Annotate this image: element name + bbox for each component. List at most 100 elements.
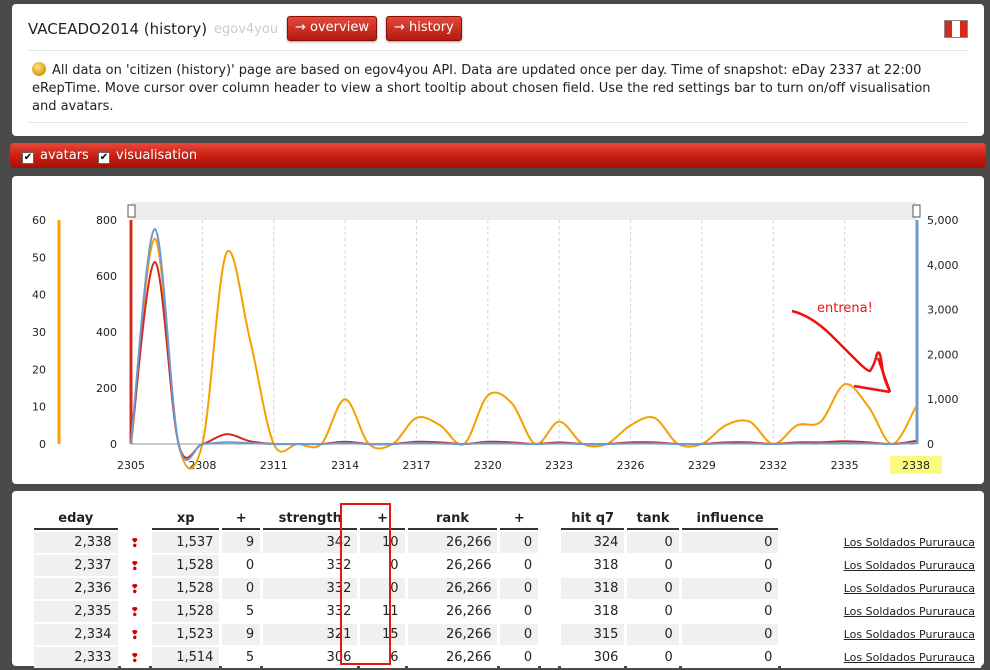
left-axis-tick: 30 (32, 326, 46, 339)
avatars-checkbox[interactable]: ✔ (22, 152, 34, 164)
location-pin-icon[interactable]: ❢ (120, 532, 149, 553)
history-table: eday xp + strength + rank + hit q7 tank influence… (31, 506, 984, 670)
column-header[interactable]: xp (151, 508, 220, 530)
cell-gap (541, 647, 558, 668)
cell-rank_plus: 0 (500, 578, 539, 599)
column-header (121, 508, 149, 530)
left-axis-tick: 20 (32, 363, 46, 376)
page-title: VACEADO2014 (history) (28, 20, 208, 38)
cell-tank: 0 (627, 578, 679, 599)
cell-eday: 2,335 (34, 601, 118, 622)
source-label: egov4you (214, 22, 279, 37)
cell-unit: Los Soldados Pururauca (781, 532, 981, 553)
cell-eday: 2,337 (34, 555, 118, 576)
cell-hit: 318 (560, 555, 625, 576)
settings-bar[interactable]: ✔ avatars ✔ visualisation (10, 143, 986, 168)
right-axis-tick: 5,000 (927, 214, 959, 227)
cell-rank: 26,266 (407, 601, 498, 622)
cell-rank_plus: 0 (500, 601, 539, 622)
range-selector (131, 202, 916, 220)
cell-xp: 1,528 (151, 601, 220, 622)
table-row: 2,338 ❢ 1,537 9 342 10 26,266 0 324 0 0 Los Soldado… (34, 532, 981, 553)
series-line-left_outer (130, 237, 917, 470)
right-axis-tick: 0 (927, 438, 934, 451)
cell-xp_plus: 5 (222, 647, 261, 668)
right-axis-tick: 1,000 (927, 393, 959, 406)
column-header (781, 508, 981, 530)
column-header[interactable]: + (222, 508, 261, 530)
cell-xp: 1,537 (151, 532, 220, 553)
military-unit-link[interactable]: Los Soldados Pururauca (844, 605, 975, 618)
x-tick-label: 2323 (545, 459, 573, 472)
cell-influence: 0 (681, 647, 779, 668)
coin-icon (32, 62, 46, 76)
avatars-label: avatars (40, 148, 89, 163)
cell-rank_plus: 0 (500, 647, 539, 668)
avatars-toggle[interactable]: ✔ avatars (22, 148, 89, 164)
location-pin-icon[interactable]: ❢ (120, 624, 149, 645)
cell-hit: 324 (560, 532, 625, 553)
x-tick-label: 2317 (402, 459, 430, 472)
x-tick-label: 2305 (117, 459, 145, 472)
column-header[interactable]: hit q7 (560, 508, 625, 530)
cell-gap (541, 578, 558, 599)
x-tick-label: 2332 (759, 459, 787, 472)
left-axis-tick: 50 (32, 251, 46, 264)
cell-rank_plus: 0 (500, 532, 539, 553)
table-row: 2,337 ❢ 1,528 0 332 0 26,266 0 318 0 0 Los Soldados… (34, 555, 981, 576)
info-message: All data on 'citizen (history)' page are… (32, 63, 931, 114)
military-unit-link[interactable]: Los Soldados Pururauca (844, 628, 975, 641)
inner-axis-tick: 0 (110, 438, 117, 451)
location-pin-icon[interactable]: ❢ (120, 647, 149, 668)
column-header[interactable]: tank (627, 508, 679, 530)
military-unit-link[interactable]: Los Soldados Pururauca (844, 536, 975, 549)
column-header[interactable]: rank (407, 508, 498, 530)
x-tick-label: 2335 (831, 459, 859, 472)
military-unit-link[interactable]: Los Soldados Pururauca (844, 559, 975, 572)
cell-xp: 1,528 (151, 555, 220, 576)
cell-tank: 0 (627, 647, 679, 668)
cell-unit: Los Soldados Pururauca (781, 578, 981, 599)
inner-axis-tick: 200 (96, 382, 117, 395)
series-line-left_inner (130, 260, 917, 459)
cell-xp_plus: 9 (222, 624, 261, 645)
left-axis-tick: 10 (32, 401, 46, 414)
info-text: All data on 'citizen (history)' page are… (32, 62, 952, 116)
location-pin-icon[interactable]: ❢ (120, 555, 149, 576)
cell-hit: 315 (560, 624, 625, 645)
history-button[interactable]: → history (386, 16, 462, 41)
cell-tank: 0 (627, 624, 679, 645)
x-tick-label: 2329 (688, 459, 716, 472)
right-axis-tick: 2,000 (927, 348, 959, 361)
cell-eday: 2,336 (34, 578, 118, 599)
military-unit-link[interactable]: Los Soldados Pururauca (844, 651, 975, 664)
column-header[interactable]: influence (681, 508, 779, 530)
cell-rank: 26,266 (407, 578, 498, 599)
cell-gap (541, 624, 558, 645)
table-header: eday xp + strength + rank + hit q7 tank influence (34, 508, 981, 530)
annotation-text: entrena! (817, 301, 873, 316)
history-chart[interactable]: 0102030405060020040060080001,0002,0003,0… (12, 176, 984, 484)
cell-gap (541, 601, 558, 622)
divider (28, 50, 968, 51)
x-tick-label: 2320 (474, 459, 502, 472)
country-flag-icon (944, 20, 968, 38)
cell-hit: 306 (560, 647, 625, 668)
x-tick-label: 2308 (188, 459, 216, 472)
column-header[interactable]: + (500, 508, 539, 530)
cell-unit: Los Soldados Pururauca (781, 647, 981, 668)
x-tick-label: 2311 (260, 459, 288, 472)
location-pin-icon[interactable]: ❢ (120, 601, 149, 622)
column-header (541, 508, 558, 530)
right-axis-tick: 4,000 (927, 259, 959, 272)
x-tick-label: 2338 (902, 459, 930, 472)
column-header[interactable]: eday (34, 508, 118, 530)
overview-button[interactable]: → overview (287, 16, 377, 41)
military-unit-link[interactable]: Los Soldados Pururauca (844, 582, 975, 595)
visualisation-checkbox[interactable]: ✔ (98, 152, 110, 164)
cell-eday: 2,338 (34, 532, 118, 553)
location-pin-icon[interactable]: ❢ (120, 578, 149, 599)
visualisation-toggle[interactable]: ✔ visualisation (98, 148, 197, 164)
range-handle-left (127, 204, 136, 218)
chart-panel: 0 10 20 30 40 50 60 0 200 400 600 800 0 1,000 2,000 3,0… (12, 176, 984, 484)
